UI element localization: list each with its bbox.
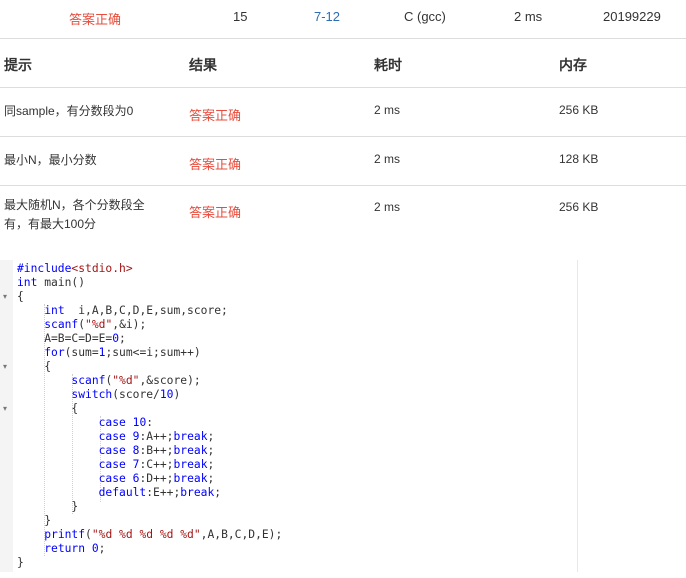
problem-link[interactable]: 7-12 — [314, 9, 340, 24]
code-line: { — [17, 290, 24, 303]
testcase-table: 提示 结果 耗时 内存 同sample，有分数段为0 答案正确 2 ms 256… — [0, 38, 686, 238]
submission-status: 答案正确 — [69, 12, 122, 27]
code-line: scanf("%d",&i); — [44, 318, 147, 331]
header-hint: 提示 — [4, 57, 32, 73]
table-row: 最小N，最小分数 答案正确 2 ms 128 KB — [0, 137, 686, 186]
code-text[interactable]: #include<stdio.h> int main(){ int i,A,B,C… — [17, 262, 282, 570]
submission-user: 20199229 — [603, 9, 661, 24]
code-line: int i,A,B,C,D,E,sum,score; — [44, 304, 228, 317]
code-line: A=B=C=D=E=0; — [17, 332, 126, 345]
fold-toggle-icon[interactable]: ▾ — [3, 362, 7, 371]
row-time: 2 ms — [374, 200, 401, 214]
submission-time: 2 ms — [514, 9, 543, 24]
submission-score: 15 — [233, 9, 248, 24]
code-line: printf("%d %d %d %d %d",A,B,C,D,E); — [44, 528, 283, 541]
fold-toggle-icon[interactable]: ▾ — [3, 292, 7, 301]
code-line: default:E++;break; — [98, 486, 222, 499]
row-memory: 256 KB — [559, 200, 599, 214]
row-memory: 128 KB — [559, 152, 599, 166]
row-hint: 同sample，有分数段为0 — [4, 104, 134, 118]
row-memory: 256 KB — [559, 103, 599, 117]
code-line: case 9:A++;break; — [98, 430, 215, 443]
row-hint: 最小N，最小分数 — [4, 153, 97, 167]
code-line: #include<stdio.h> — [17, 262, 133, 275]
row-result: 答案正确 — [189, 108, 242, 123]
code-line: case 7:C++;break; — [98, 458, 215, 471]
code-line: return 0; — [44, 542, 106, 555]
row-time: 2 ms — [374, 152, 401, 166]
code-line: { — [17, 360, 52, 373]
header-time: 耗时 — [374, 57, 402, 73]
print-margin-line — [577, 260, 578, 572]
row-result: 答案正确 — [189, 205, 242, 220]
editor-gutter: ▾ ▾ ▾ — [0, 260, 13, 572]
code-line: scanf("%d",&score); — [71, 374, 201, 387]
code-line: switch(score/10) — [71, 388, 181, 401]
code-line: for(sum=1;sum<=i;sum++) — [44, 346, 201, 359]
table-row: 最大随机N，各个分数段全有，有最大100分 答案正确 2 ms 256 KB — [0, 186, 686, 238]
row-time: 2 ms — [374, 103, 401, 117]
code-line: } — [17, 500, 79, 513]
code-line: { — [17, 402, 79, 415]
code-editor[interactable]: ▾ ▾ ▾ #include<stdio.h> int main(){ int i… — [0, 260, 686, 572]
table-row: 同sample，有分数段为0 答案正确 2 ms 256 KB — [0, 88, 686, 137]
fold-toggle-icon[interactable]: ▾ — [3, 404, 7, 413]
code-line: case 8:B++;break; — [98, 444, 215, 457]
table-header: 提示 结果 耗时 内存 — [0, 38, 686, 88]
submission-compiler: C (gcc) — [404, 9, 446, 24]
code-line: case 6:D++;break; — [98, 472, 215, 485]
code-line: } — [17, 514, 52, 527]
code-line: int main() — [17, 276, 86, 289]
row-hint: 最大随机N，各个分数段全有，有最大100分 — [4, 198, 145, 231]
header-memory: 内存 — [559, 57, 587, 73]
code-line: } — [17, 556, 24, 569]
submission-summary-row: 答案正确 15 7-12 C (gcc) 2 ms 20199229 — [0, 0, 686, 34]
header-result: 结果 — [189, 57, 217, 73]
code-line: case 10: — [98, 416, 154, 429]
row-result: 答案正确 — [189, 157, 242, 172]
